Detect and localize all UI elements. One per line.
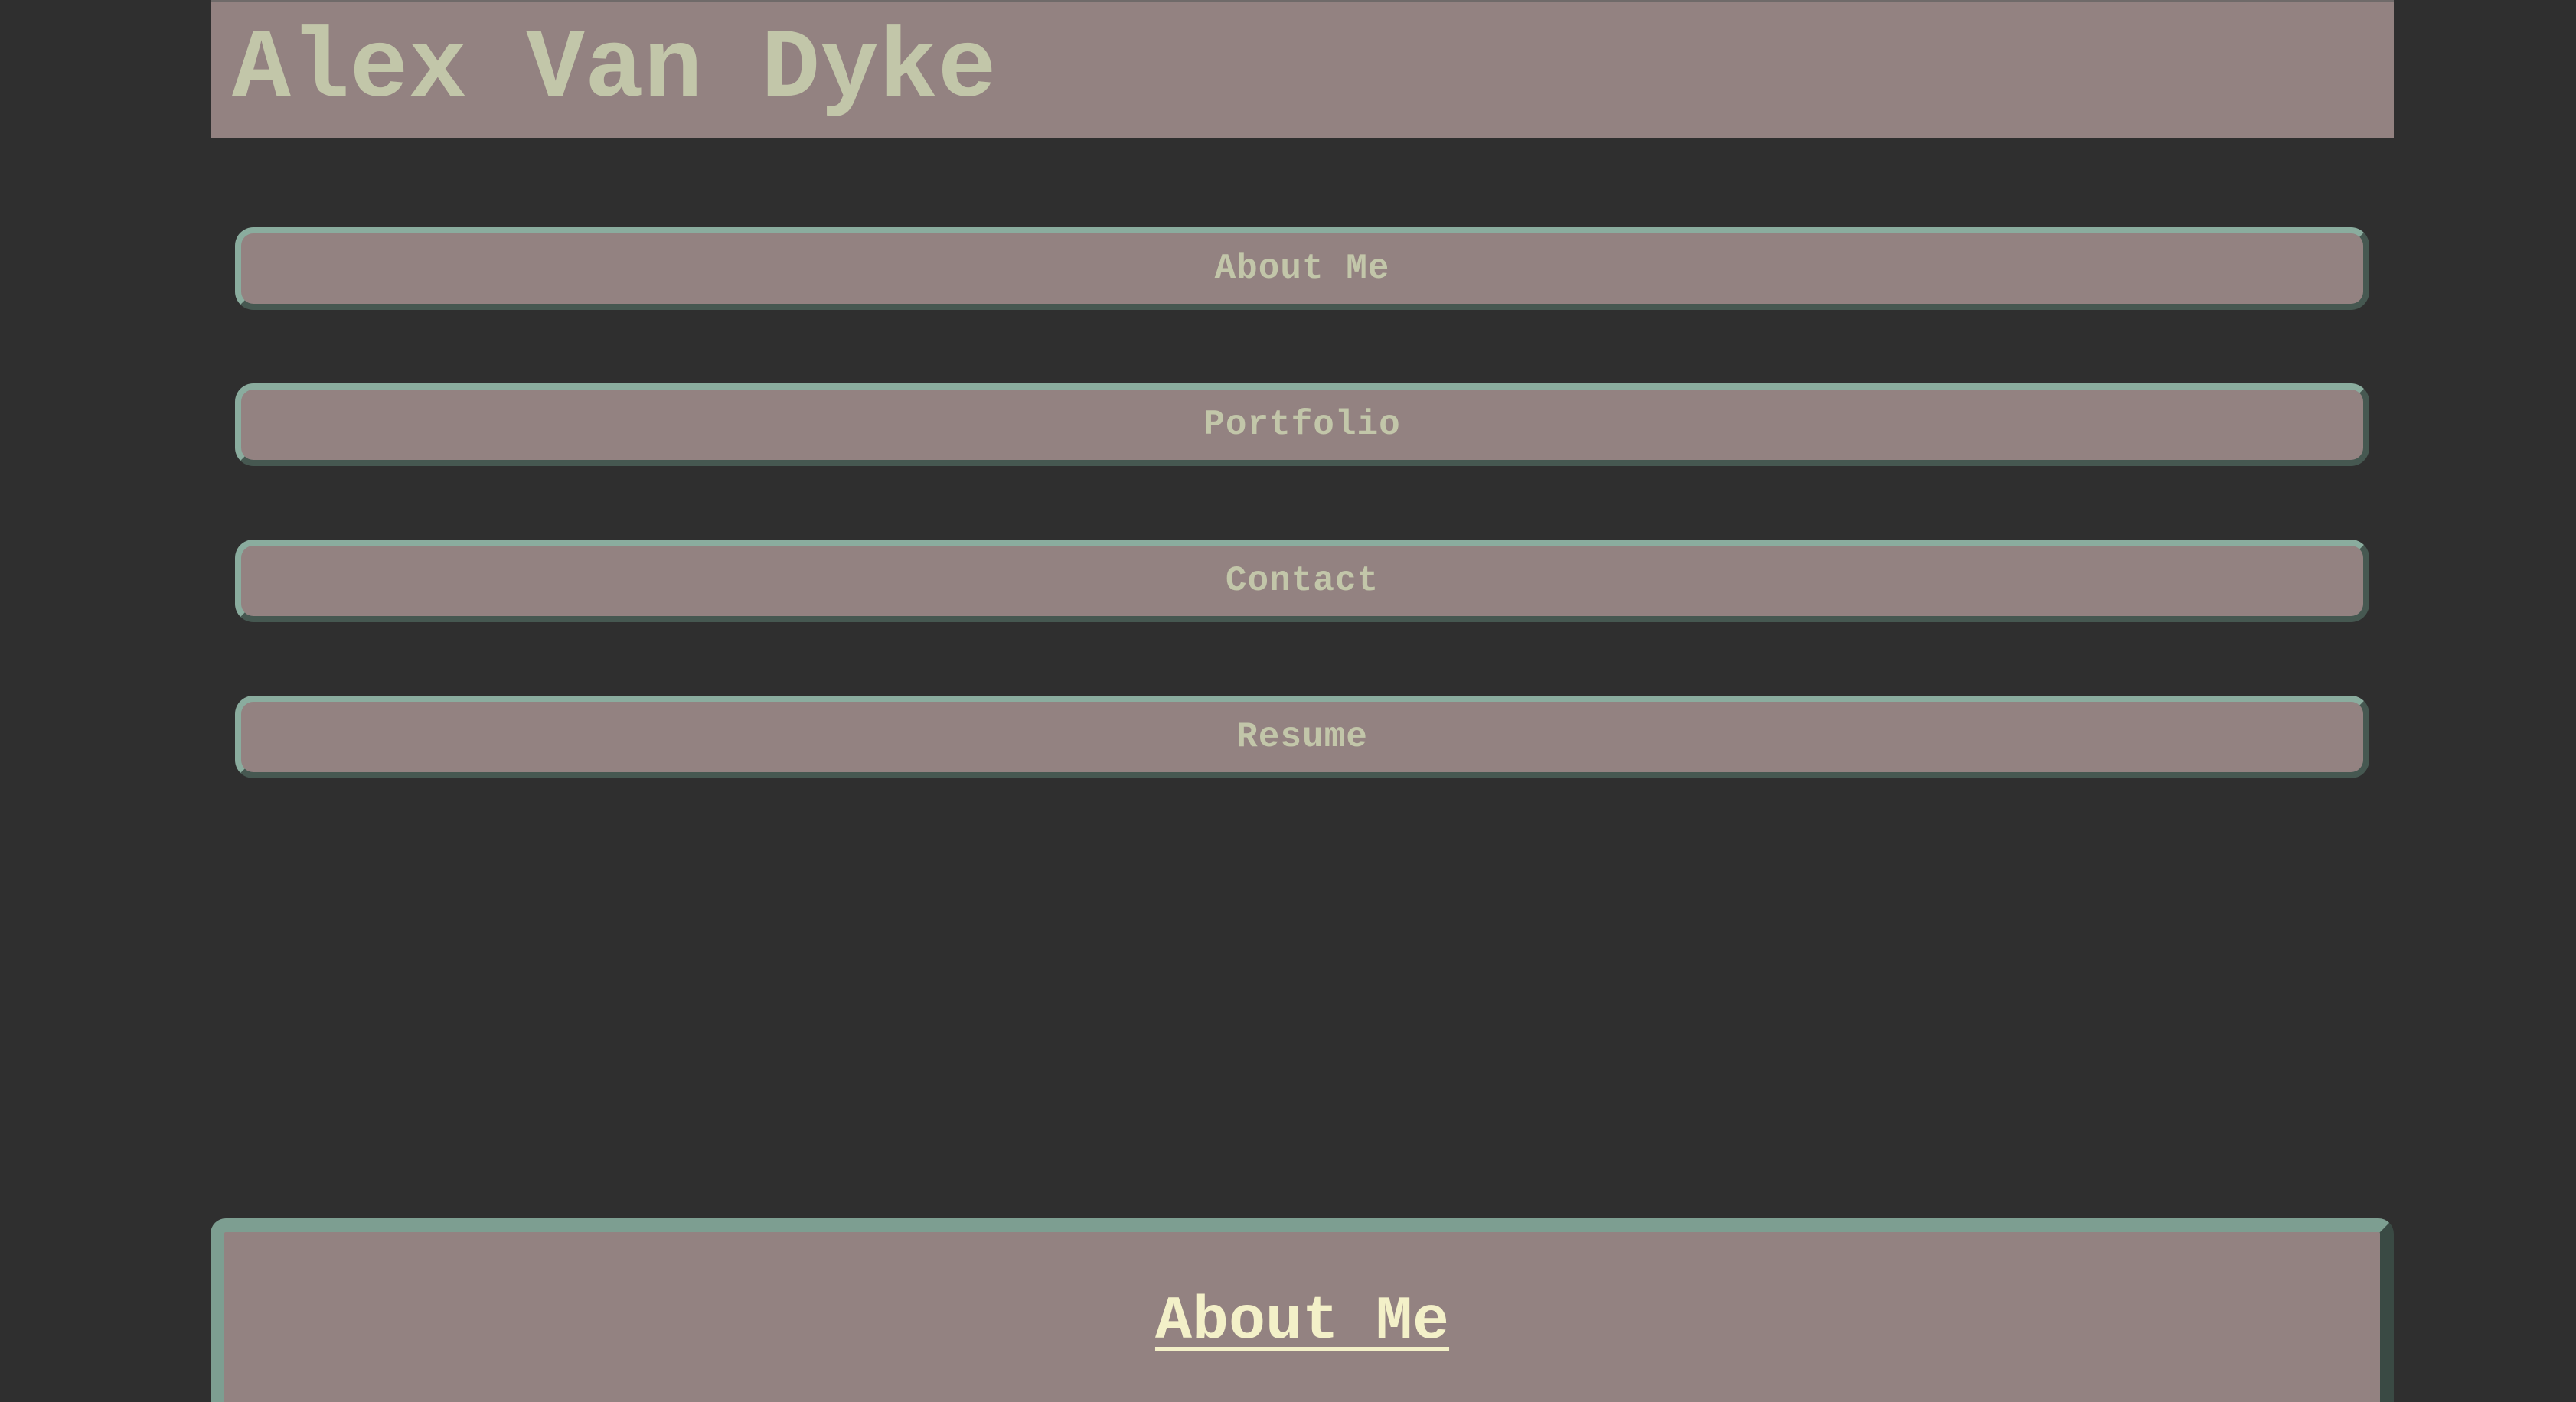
about-section: About Me <box>211 1218 2394 1402</box>
nav-button-resume[interactable]: Resume <box>235 696 2369 778</box>
about-heading-text: About Me <box>1154 1287 1450 1357</box>
site-header: Alex Van Dyke <box>211 0 2394 138</box>
nav-button-portfolio[interactable]: Portfolio <box>235 383 2369 466</box>
nav-button-contact[interactable]: Contact <box>235 540 2369 622</box>
about-heading: About Me <box>224 1287 2380 1358</box>
page: Alex Van Dyke About Me Portfolio Contact… <box>211 0 2394 1402</box>
nav-button-about-me[interactable]: About Me <box>235 227 2369 310</box>
site-title: Alex Van Dyke <box>232 15 997 126</box>
main-nav: About Me Portfolio Contact Resume <box>235 227 2369 852</box>
